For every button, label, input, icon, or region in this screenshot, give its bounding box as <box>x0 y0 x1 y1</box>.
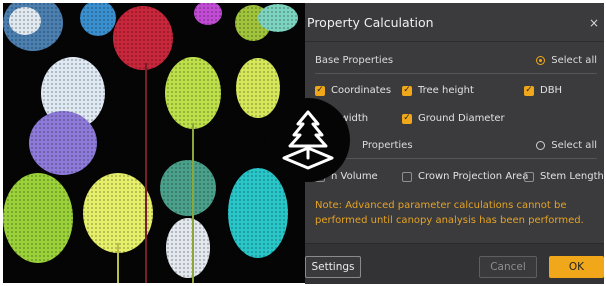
advanced-select-all-radio[interactable]: Select all <box>536 140 597 151</box>
checkbox-label: Tree height <box>418 85 474 96</box>
checkbox-tree-height[interactable]: ✓ Tree height <box>402 85 474 96</box>
base-select-all-label: Select all <box>551 55 597 66</box>
canopy-analysis-note: Note: Advanced parameter calculations ca… <box>315 200 584 226</box>
section-divider <box>315 73 597 74</box>
checkbox-label: DBH <box>540 85 563 96</box>
checkbox-checked-icon: ✓ <box>402 113 412 124</box>
checkbox-unchecked-icon <box>524 171 534 182</box>
point-cloud-viewport[interactable] <box>3 3 305 283</box>
base-properties-title: Base Properties <box>315 55 394 66</box>
checkbox-stem-length[interactable]: Stem Length <box>524 171 604 182</box>
checkbox-checked-icon: ✓ <box>402 85 412 96</box>
radio-checked-icon <box>536 56 546 65</box>
checkbox-unchecked-icon <box>402 171 412 182</box>
advanced-select-all-label: Select all <box>551 140 597 151</box>
checkbox-label: Crown Projection Area <box>418 171 529 182</box>
checkbox-coordinates[interactable]: ✓ Coordinates <box>315 85 391 96</box>
dialog-title: Property Calculation <box>307 14 434 30</box>
checkbox-checked-icon: ✓ <box>524 85 534 96</box>
close-icon[interactable]: × <box>589 16 599 30</box>
cancel-button[interactable]: Cancel <box>479 256 537 278</box>
radio-unchecked-icon <box>536 141 546 150</box>
advanced-properties-header: Properties Select all <box>315 140 597 151</box>
dialog-titlebar: Property Calculation <box>305 3 604 42</box>
checkbox-checked-icon: ✓ <box>315 85 325 96</box>
dialog-footer: Settings Cancel OK <box>305 243 604 284</box>
checkbox-label: Stem Length <box>540 171 604 182</box>
app-frame: Property Calculation × Base Properties S… <box>0 0 606 286</box>
section-divider <box>315 158 597 159</box>
checkbox-crown-projection-area[interactable]: Crown Projection Area <box>402 171 528 182</box>
point-cloud-render <box>3 3 305 283</box>
base-properties-header: Base Properties Select all <box>315 55 597 66</box>
settings-button[interactable]: Settings <box>305 256 361 278</box>
checkbox-dbh[interactable]: ✓ DBH <box>524 85 562 96</box>
checkbox-ground-diameter[interactable]: ✓ Ground Diameter <box>402 113 505 124</box>
tree-cluster <box>3 3 305 283</box>
base-select-all-radio[interactable]: Select all <box>536 55 597 66</box>
ok-button[interactable]: OK <box>549 256 604 278</box>
checkbox-label: Ground Diameter <box>418 113 505 124</box>
checkbox-label: Coordinates <box>331 85 392 96</box>
tree-on-plane-icon <box>266 98 350 182</box>
